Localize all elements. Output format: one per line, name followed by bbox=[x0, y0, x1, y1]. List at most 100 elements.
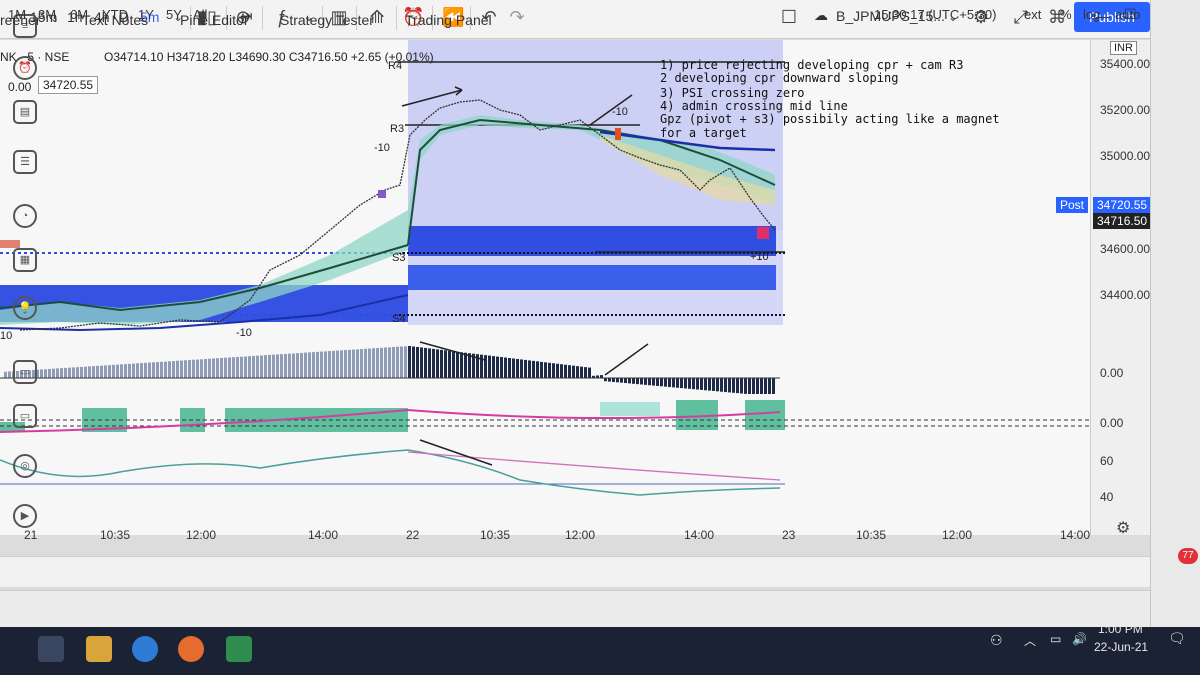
histogram-bar bbox=[44, 369, 47, 378]
histogram-bar bbox=[628, 378, 631, 384]
time-label: 10:35 bbox=[480, 528, 511, 542]
histogram-bar bbox=[452, 351, 455, 378]
tab-screener[interactable]: reener bbox=[0, 12, 40, 28]
marker-left: -10 bbox=[374, 142, 390, 154]
label-s4: S4 bbox=[392, 313, 406, 325]
histogram-bar bbox=[256, 355, 259, 378]
histogram-bar bbox=[252, 355, 255, 378]
histogram-bar bbox=[152, 362, 155, 378]
histogram-bar bbox=[184, 360, 187, 378]
maximize-icon[interactable]: ☐ bbox=[1124, 6, 1137, 23]
histogram-bar bbox=[432, 348, 435, 378]
taskbar-date[interactable]: 22-Jun-21 bbox=[1094, 640, 1148, 654]
histogram-bar bbox=[340, 350, 343, 378]
chart-legend: NK · 5 · NSE O34714.10 H34718.20 L34690.… bbox=[0, 50, 434, 64]
action-center-icon[interactable]: 🗨 bbox=[1168, 630, 1186, 647]
histogram-bar bbox=[288, 353, 291, 378]
histogram-bar bbox=[296, 353, 299, 378]
histogram-bar bbox=[160, 361, 163, 378]
firefox-icon[interactable] bbox=[178, 636, 204, 662]
histogram-bar bbox=[704, 378, 707, 391]
settings-gear-icon[interactable]: ⚙ bbox=[1116, 518, 1130, 538]
taskbar-time[interactable]: 1:00 PM bbox=[1098, 622, 1143, 636]
histogram-bar bbox=[652, 378, 655, 386]
marker-bottom: +10 bbox=[750, 251, 769, 263]
tab-text-notes[interactable]: Text Notes bbox=[82, 12, 148, 28]
rsi-panel bbox=[0, 439, 785, 496]
histogram-bar bbox=[524, 359, 527, 378]
histogram-bar bbox=[100, 365, 103, 378]
histogram-bar bbox=[56, 368, 59, 378]
indicator-input[interactable]: 34720.55 bbox=[38, 76, 99, 94]
chevron-down-icon[interactable]: ⌄ bbox=[50, 12, 59, 25]
histogram-bar bbox=[236, 356, 239, 378]
histogram-bar bbox=[372, 348, 375, 378]
chat-icon[interactable]: ▭ bbox=[13, 360, 37, 384]
news-icon[interactable]: ☰ bbox=[13, 150, 37, 174]
histogram-bar bbox=[284, 353, 287, 378]
streams-icon[interactable]: ◎ bbox=[13, 454, 37, 478]
histogram-bar bbox=[668, 378, 671, 388]
histogram-bar bbox=[320, 351, 323, 378]
histogram-bar bbox=[772, 378, 775, 394]
histogram-bar bbox=[368, 348, 371, 378]
histogram-bar bbox=[304, 352, 307, 378]
histogram-bar bbox=[4, 371, 7, 378]
histogram-bar bbox=[176, 360, 179, 378]
histogram-bar bbox=[308, 352, 311, 378]
histogram-bar bbox=[636, 378, 639, 385]
histogram-bar bbox=[656, 378, 659, 386]
histogram-bar bbox=[292, 353, 295, 378]
histogram-bar bbox=[212, 358, 215, 378]
time-label: 10:35 bbox=[100, 528, 131, 542]
histogram-bar bbox=[460, 352, 463, 378]
data-window-icon[interactable]: ▤ bbox=[13, 100, 37, 124]
redo-icon[interactable]: ↷ bbox=[506, 6, 528, 28]
tray-chevron-icon[interactable]: ︿ bbox=[1024, 632, 1036, 649]
file-explorer-icon[interactable] bbox=[86, 636, 112, 662]
currency-badge[interactable]: INR bbox=[1110, 41, 1137, 55]
messages-icon[interactable]: ▭ bbox=[13, 404, 37, 428]
tab-trading-panel[interactable]: Trading Panel bbox=[405, 12, 492, 28]
histogram-bar bbox=[192, 359, 195, 378]
people-icon[interactable]: ⚇ bbox=[990, 632, 1003, 649]
histogram-bar bbox=[380, 347, 383, 378]
alarm-clock-icon[interactable]: ⏰ bbox=[13, 56, 37, 80]
drawn-arrow-rsi bbox=[419, 439, 493, 466]
label-s3: S3 bbox=[392, 252, 406, 264]
layout-checkbox-icon[interactable]: ☐ bbox=[778, 6, 800, 28]
minimize-icon[interactable]: — bbox=[1096, 8, 1110, 24]
histogram-bar bbox=[664, 378, 667, 387]
histogram-bar bbox=[712, 378, 715, 391]
clock-readout[interactable]: 15:30:17 (UTC+5:30) bbox=[874, 7, 996, 22]
task-view-icon[interactable] bbox=[38, 636, 64, 662]
bottom-panel-tabs bbox=[0, 590, 1150, 627]
histogram-bar bbox=[392, 347, 395, 378]
percent-toggle[interactable]: % bbox=[1060, 7, 1072, 22]
excel-icon[interactable] bbox=[226, 636, 252, 662]
histogram-bar bbox=[428, 348, 431, 378]
network-icon[interactable]: ▭ bbox=[1050, 632, 1061, 646]
play-icon[interactable]: ▶ bbox=[13, 504, 37, 528]
tab-strategy-tester[interactable]: Strategy Tester bbox=[280, 12, 374, 28]
histogram-bar bbox=[84, 366, 87, 378]
histogram-bar bbox=[116, 364, 119, 378]
histogram-bar bbox=[168, 361, 171, 378]
histogram-bar bbox=[736, 378, 739, 394]
tab-pine-editor[interactable]: Pine Editor bbox=[180, 12, 248, 28]
edge-browser-icon[interactable] bbox=[132, 636, 158, 662]
price-label: 35200.00 bbox=[1100, 103, 1151, 117]
histogram-bar bbox=[80, 366, 83, 378]
histogram-bar bbox=[104, 365, 107, 378]
volume-icon[interactable]: 🔊 bbox=[1072, 632, 1087, 646]
calendar-clock-icon[interactable]: ◔ bbox=[13, 204, 37, 228]
histogram-bar bbox=[764, 378, 767, 394]
histogram-bar bbox=[272, 354, 275, 378]
cloud-icon: ☁ bbox=[814, 7, 828, 23]
ext-toggle[interactable]: ext bbox=[1024, 7, 1041, 22]
histogram-bar bbox=[232, 357, 235, 378]
calendar-icon[interactable]: ▦ bbox=[13, 248, 37, 272]
histogram-bar bbox=[96, 365, 99, 378]
ideas-icon[interactable]: 💡 bbox=[13, 296, 37, 320]
histogram-bar bbox=[396, 346, 399, 378]
